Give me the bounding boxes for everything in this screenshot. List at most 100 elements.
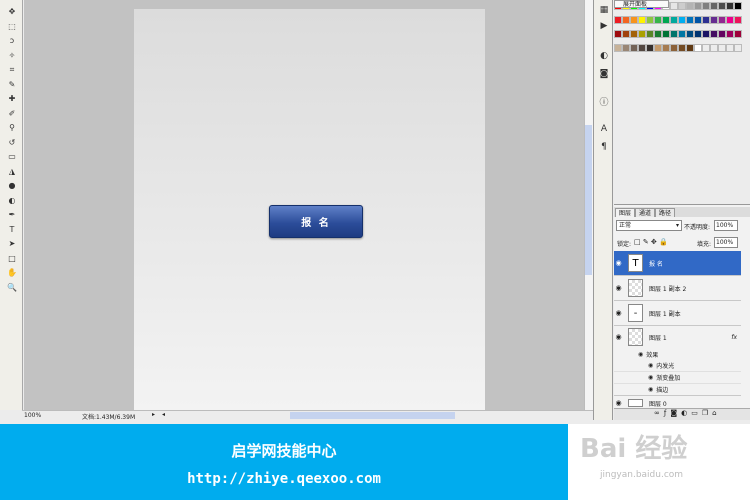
opacity-field[interactable]: 100%	[714, 220, 738, 231]
color-swatch[interactable]	[734, 30, 742, 38]
color-swatch[interactable]	[638, 30, 646, 38]
color-swatch[interactable]	[726, 30, 734, 38]
color-swatch[interactable]	[686, 16, 694, 24]
rectangle-tool-icon[interactable]: □	[5, 253, 19, 264]
fx-icon[interactable]: fx	[731, 334, 741, 341]
color-swatch[interactable]	[702, 44, 710, 52]
color-swatch[interactable]	[670, 16, 678, 24]
zoom-tool-icon[interactable]: 🔍	[5, 282, 19, 293]
crop-tool-icon[interactable]: ⌗	[5, 64, 19, 75]
tab-paths[interactable]: 路径	[655, 208, 676, 217]
fill-field[interactable]: 100%	[714, 237, 738, 248]
mask-icon[interactable]: ◙	[670, 409, 681, 417]
hand-tool-icon[interactable]: ✋	[5, 267, 19, 278]
blend-mode-select[interactable]: 正常 ▾	[616, 220, 682, 231]
eye-icon[interactable]: ◉	[648, 362, 653, 369]
color-swatch[interactable]	[726, 44, 734, 52]
actions-icon[interactable]: ▶	[597, 20, 611, 32]
effects-header[interactable]: ◉ 效果	[614, 348, 741, 360]
color-swatch[interactable]	[678, 2, 686, 10]
eye-icon[interactable]: ◉	[614, 284, 623, 292]
color-swatch[interactable]	[638, 44, 646, 52]
color-swatch[interactable]	[718, 2, 726, 10]
layer-row-text[interactable]: ◉ T 报 名	[614, 251, 741, 276]
color-swatch[interactable]	[654, 16, 662, 24]
swatch-grid[interactable]	[614, 2, 742, 58]
color-swatch[interactable]	[630, 44, 638, 52]
color-swatch[interactable]	[670, 2, 678, 10]
horizontal-scroll-thumb[interactable]	[290, 412, 455, 419]
tool-presets-icon[interactable]: ◙	[597, 68, 611, 80]
arrow-left-icon[interactable]: ◂	[162, 411, 165, 418]
history-brush-tool-icon[interactable]: ↺	[5, 137, 19, 148]
color-swatch[interactable]	[686, 44, 694, 52]
color-swatch[interactable]	[734, 2, 742, 10]
color-swatch[interactable]	[670, 44, 678, 52]
effect-row[interactable]: ◉ 描边	[614, 384, 741, 396]
pen-tool-icon[interactable]: ✒	[5, 209, 19, 220]
zoom-level[interactable]: 100%	[24, 412, 41, 419]
expand-panel-tab[interactable]: 展开面板	[614, 0, 669, 8]
color-swatch[interactable]	[702, 16, 710, 24]
color-swatch[interactable]	[710, 30, 718, 38]
healing-brush-tool-icon[interactable]: ✚	[5, 93, 19, 104]
color-swatch[interactable]	[630, 30, 638, 38]
color-swatch[interactable]	[734, 16, 742, 24]
path-selection-tool-icon[interactable]: ➤	[5, 238, 19, 249]
navigator-icon[interactable]: ▦	[597, 4, 611, 16]
color-swatch[interactable]	[630, 16, 638, 24]
eye-icon[interactable]: ◉	[614, 399, 623, 407]
link-icon[interactable]: ∞	[654, 409, 664, 417]
color-swatch[interactable]	[614, 30, 622, 38]
color-swatch[interactable]	[614, 44, 622, 52]
brush-tool-icon[interactable]: ✐	[5, 108, 19, 119]
color-swatch[interactable]	[718, 30, 726, 38]
color-swatch[interactable]	[678, 44, 686, 52]
eye-icon[interactable]: ◉	[648, 374, 653, 381]
color-swatch[interactable]	[622, 30, 630, 38]
color-swatch[interactable]	[678, 30, 686, 38]
color-swatch[interactable]	[622, 44, 630, 52]
color-swatch[interactable]	[710, 2, 718, 10]
color-swatch[interactable]	[726, 2, 734, 10]
trash-icon[interactable]: ⌂	[712, 409, 720, 417]
clone-stamp-tool-icon[interactable]: ⚲	[5, 122, 19, 133]
color-swatch[interactable]	[694, 30, 702, 38]
eye-icon[interactable]: ◉	[614, 259, 623, 267]
color-swatch[interactable]	[614, 16, 622, 24]
color-swatch[interactable]	[662, 30, 670, 38]
color-swatch[interactable]	[686, 30, 694, 38]
arrow-right-icon[interactable]: ▸	[152, 411, 155, 418]
marquee-tool-icon[interactable]: ⬚	[5, 21, 19, 32]
color-swatch[interactable]	[710, 44, 718, 52]
type-tool-icon[interactable]: T	[5, 224, 19, 235]
color-swatch[interactable]	[662, 16, 670, 24]
tab-channels[interactable]: 通道	[635, 208, 656, 217]
color-swatch[interactable]	[686, 2, 694, 10]
color-swatch[interactable]	[646, 44, 654, 52]
color-swatch[interactable]	[662, 44, 670, 52]
lasso-tool-icon[interactable]: ↄ	[5, 35, 19, 46]
effect-row[interactable]: ◉ 内发光	[614, 360, 741, 372]
tab-layers[interactable]: 图层	[615, 208, 636, 217]
color-swatch[interactable]	[646, 16, 654, 24]
adjustment-icon[interactable]: ◐	[681, 409, 691, 417]
color-swatch[interactable]	[694, 16, 702, 24]
color-swatch[interactable]	[694, 2, 702, 10]
color-swatch[interactable]	[622, 16, 630, 24]
color-swatch[interactable]	[710, 16, 718, 24]
color-swatch[interactable]	[638, 16, 646, 24]
character-icon[interactable]: A	[597, 123, 611, 135]
new-layer-icon[interactable]: ❐	[702, 409, 712, 417]
vertical-scroll-thumb[interactable]	[585, 125, 592, 275]
layer-row[interactable]: ◉ 图层 1 fx	[614, 326, 741, 348]
eye-icon[interactable]: ◉	[614, 333, 623, 341]
effect-row[interactable]: ◉ 渐变叠加	[614, 372, 741, 384]
info-icon[interactable]: ⓘ	[597, 95, 611, 108]
paint-bucket-tool-icon[interactable]: ◮	[5, 166, 19, 177]
eye-icon[interactable]: ◉	[648, 386, 653, 393]
color-swatch[interactable]	[694, 44, 702, 52]
move-tool-icon[interactable]: ✥	[5, 6, 19, 17]
folder-icon[interactable]: ▭	[691, 409, 702, 417]
signup-button[interactable]: 报 名	[269, 205, 363, 238]
